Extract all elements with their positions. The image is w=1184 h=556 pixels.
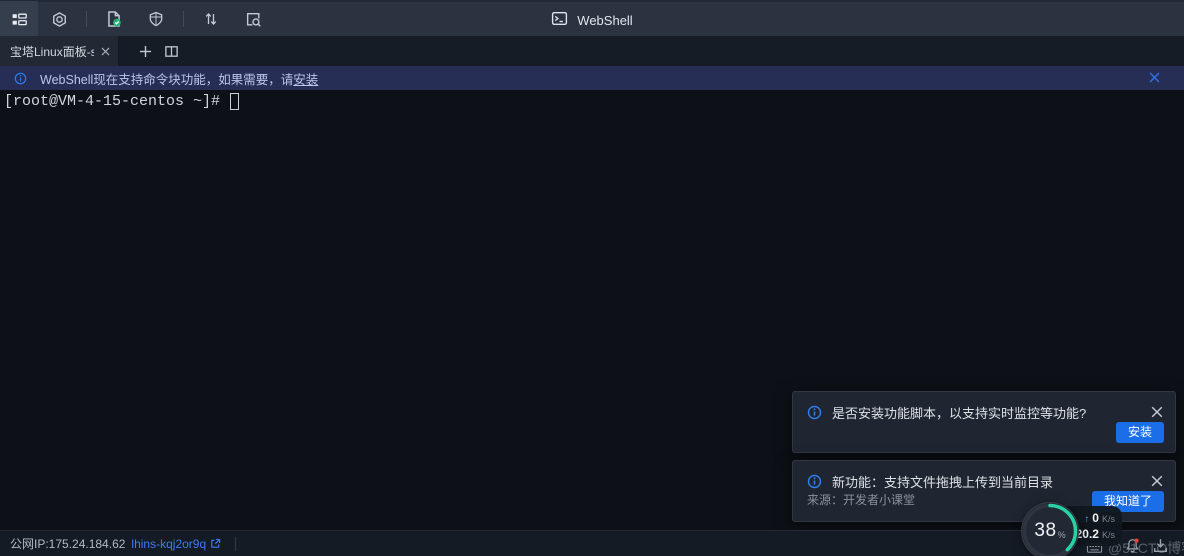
tab-baota-panel[interactable]: 宝塔Linux面板-sSj2 (0, 36, 118, 66)
info-icon (807, 474, 822, 489)
toast-message: 新功能：支持文件拖拽上传到当前目录 (832, 472, 1141, 491)
shield-icon[interactable] (141, 4, 171, 34)
gauge-value: 38 % (1021, 502, 1079, 556)
window-title: WebShell (577, 13, 632, 28)
info-icon (14, 72, 27, 85)
top-toolbar: WebShell (0, 0, 1184, 36)
box-search-icon[interactable] (238, 4, 268, 34)
toast-message: 是否安装功能脚本，以支持实时监控等功能? (832, 403, 1141, 422)
install-button[interactable]: 安装 (1116, 422, 1164, 443)
tab-close-icon[interactable] (101, 47, 110, 56)
toast-install-monitor: 是否安装功能脚本，以支持实时监控等功能? 安装 (792, 391, 1176, 453)
command-block-banner: WebShell现在支持命令块功能，如果需要，请安装 (0, 66, 1184, 90)
shell-prompt: [root@VM-4-15-centos ~]# (4, 93, 229, 110)
load-gauge: 38 % (1021, 502, 1079, 556)
upload-speed: ↑ 0 K/s (1084, 511, 1115, 525)
external-link-icon[interactable] (210, 538, 221, 549)
toast-close-icon[interactable] (1151, 406, 1163, 418)
download-icon[interactable] (1152, 537, 1169, 556)
tab-bar: 宝塔Linux面板-sSj2 (0, 36, 1184, 66)
settings-gear-icon[interactable] (44, 4, 74, 34)
install-link[interactable]: 安装 (293, 73, 318, 87)
file-check-icon[interactable] (99, 4, 129, 34)
arrow-up-icon: ↑ (1084, 514, 1089, 525)
toast-source: 来源：开发者小课堂 (807, 491, 915, 508)
window-title-bar: WebShell (0, 2, 1184, 38)
bell-icon[interactable] (1124, 537, 1141, 556)
status-bar: 公网IP:175.24.184.62 lhins-kqj2or9q (0, 530, 1184, 556)
terminal-icon (551, 10, 568, 30)
sort-arrows-icon[interactable] (196, 4, 226, 34)
terminal-cursor (230, 93, 239, 110)
tab-label: 宝塔Linux面板-sSj2 (10, 43, 94, 60)
public-ip-label: 公网IP:175.24.184.62 (10, 535, 125, 552)
banner-close-icon[interactable] (1149, 70, 1160, 88)
panel-grid-icon[interactable] (0, 1, 38, 37)
instance-link[interactable]: lhins-kqj2or9q (131, 537, 221, 551)
toolbar-divider (183, 11, 184, 27)
split-pane-icon[interactable] (158, 36, 184, 66)
toolbar-divider (86, 11, 87, 27)
webshell-window: WebShell 宝塔Linux面板-sSj2 (0, 0, 1184, 556)
statusbar-divider (235, 537, 236, 551)
toast-close-icon[interactable] (1151, 475, 1163, 487)
new-tab-button[interactable] (132, 36, 158, 66)
info-icon (807, 405, 822, 420)
banner-message: WebShell现在支持命令块功能，如果需要，请安装 (40, 69, 318, 88)
